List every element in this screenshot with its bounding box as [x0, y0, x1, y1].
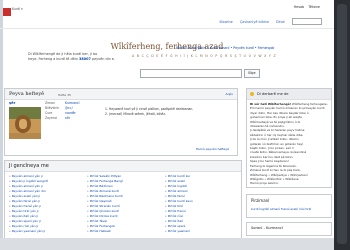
word-info: Ziman Kurmancî Bilêvkirin/ʃeːɾ/ Cure navdê… [45, 101, 80, 120]
featured-word[interactable]: şêr [9, 101, 15, 105]
main-search-input[interactable] [140, 69, 242, 78]
top-bar: Kurdî ▾ Hesab Têkeve Bixwîne Çavkaniyê b… [0, 0, 334, 29]
entry-count[interactable]: 38007 [79, 57, 91, 61]
dictionary-title[interactable]: Soranî - Kurmancî [251, 226, 283, 230]
word-of-week-panel: Peyva hefteyê Hefte 35 Arşîv şêr Ziman Ku… [4, 88, 238, 156]
language-links[interactable]: kurdî îngilîzî almanî fransî erebî rûsî … [251, 207, 311, 211]
collection-column-3: Pirtûk kurdî kurPirtûk erebîPirtûk îngil… [165, 174, 193, 234]
panel-date: Hefte 35 [58, 93, 71, 97]
alphabet-index[interactable]: A B C Ç D E Ê F G H I Î J K L M N O P Q … [132, 54, 276, 58]
scroll-thumb[interactable] [337, 4, 347, 244]
definition-2: 2. (mecazî) Mirovê wêrek, jêhatî, bihêz. [105, 112, 166, 116]
archive-link[interactable]: Arşîv [226, 92, 233, 96]
collection-panel: Ji gencîneya me Peyvên almanî yên jiPeyv… [4, 160, 242, 238]
search-button[interactable]: Biçe [244, 69, 260, 78]
subtitle-line-1: Di Wîkîferhengê de ji hêla kurdî ber, ji… [28, 52, 98, 56]
all-words-link[interactable]: Hemû peyvên hefteyê [196, 147, 229, 151]
portal-links[interactable]: Bîrdarî: Kurdî gotin • Kurdî zimanî • Pe… [176, 46, 274, 50]
multilingual-title: Pirzimanî [251, 198, 270, 203]
page-tabs: Bixwîne Çavkaniyê bibîne Dîrok [213, 18, 322, 25]
collection-item[interactable]: Pirtûk Helbest [87, 229, 123, 234]
collection-title: Ji gencîneya me [9, 163, 49, 169]
about-panel: Di derbarê me de Bi xêr hatî Wîkîferheng… [246, 88, 332, 188]
definitions-list: 1. Heywanê kovî yê ji cinsê pisîkan, pad… [105, 107, 193, 117]
dictionary-panel: Soranî - Kurmancî [246, 222, 332, 236]
about-line: Hemû proje azad in. [250, 181, 280, 186]
collection-column-2: Pirtûk Selekîn PiltyanPirtûk Ferhenga Be… [87, 174, 123, 234]
subtitle-line-2: heye. Ferheng a kurdî tê dîtin 38007 pey… [28, 57, 115, 61]
panel-title: Peyva hefteyê [9, 91, 45, 97]
tab-read[interactable]: Bixwîne [219, 20, 232, 24]
language-selector[interactable]: Kurdî ▾ [12, 7, 23, 11]
lion-image[interactable] [9, 107, 41, 139]
header-search-input[interactable] [292, 18, 322, 25]
scrollbar[interactable] [334, 0, 350, 250]
user-item-login[interactable]: Têkeve [308, 5, 320, 9]
tab-view-source[interactable]: Çavkaniyê bibîne [240, 20, 269, 24]
user-menu: Hesab Têkeve [291, 5, 320, 9]
left-sidebar-strip [0, 0, 3, 238]
about-title: Di derbarê me de [257, 92, 289, 96]
site-logo-icon[interactable] [3, 8, 11, 16]
collection-column-1: Peyvên almanî yên jiPeyvên ji îngilîzî w… [9, 174, 48, 234]
about-text: Bi xêr hatî Wîkîferhengê! Wîkîferheng fe… [250, 102, 328, 186]
page-title: Wîkîferheng, ferhenga azad [110, 42, 224, 51]
collection-item[interactable]: Peyvên yewnanî yên ji [9, 229, 48, 234]
lightbulb-icon [250, 92, 254, 96]
collection-item[interactable]: Pirtûk yewnanî [165, 229, 193, 234]
tab-history[interactable]: Dîrok [276, 20, 285, 24]
multilingual-panel: Pirzimanî kurdî îngilîzî almanî fransî e… [246, 194, 332, 218]
user-item-account[interactable]: Hesab [294, 5, 305, 9]
page: Kurdî ▾ Hesab Têkeve Bixwîne Çavkaniyê b… [0, 0, 334, 238]
